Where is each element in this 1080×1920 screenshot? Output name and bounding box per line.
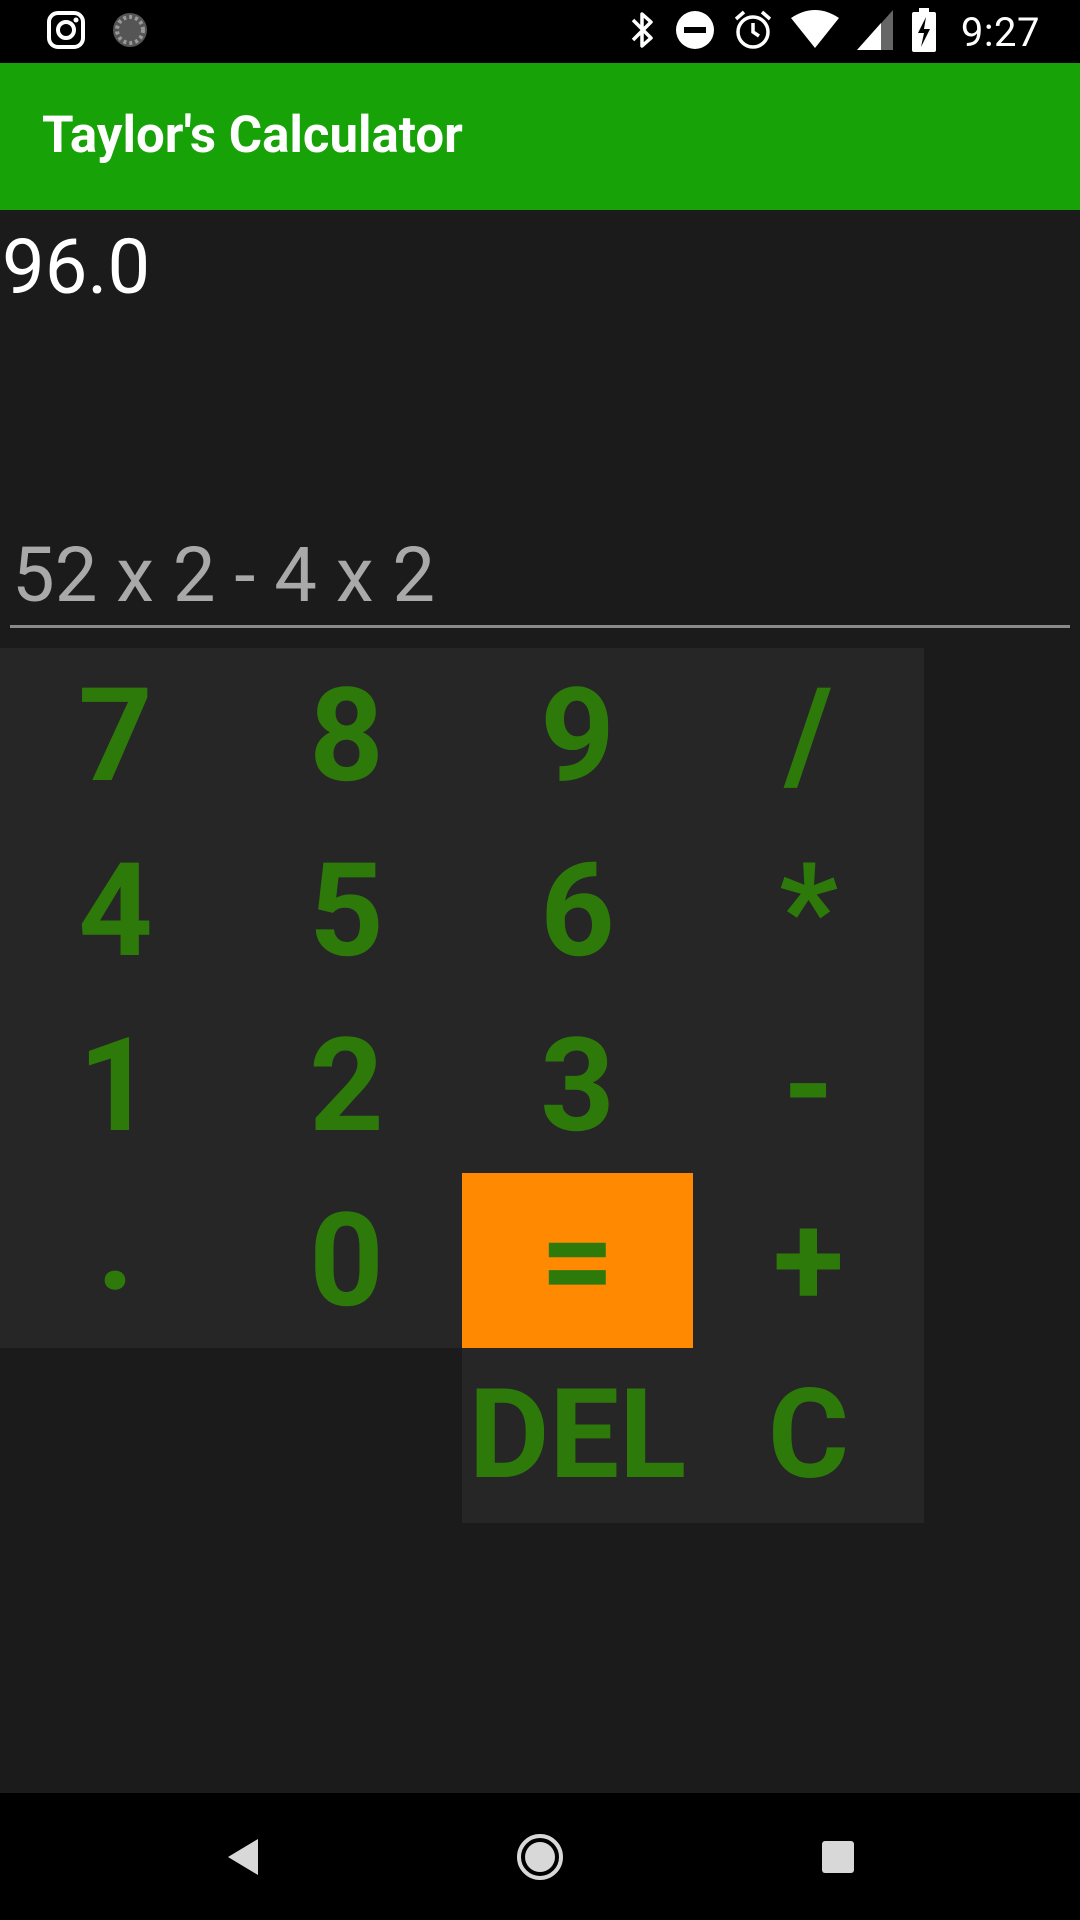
bluetooth-icon — [629, 8, 657, 56]
recents-icon[interactable] — [806, 1825, 870, 1889]
loading-icon — [110, 10, 150, 54]
cell-signal-icon — [856, 10, 893, 54]
instagram-icon — [46, 10, 86, 54]
key-8[interactable]: 8 — [231, 648, 462, 823]
result-display: 96.0 — [2, 222, 151, 312]
app-title: Taylor's Calculator — [42, 106, 463, 165]
key-decimal[interactable]: . — [0, 1173, 231, 1348]
keypad-extra-row: DEL C — [462, 1348, 924, 1523]
expression-field[interactable]: 52 x 2 - 4 x 2 — [10, 520, 1070, 628]
key-0[interactable]: 0 — [231, 1173, 462, 1348]
app-bar: Taylor's Calculator — [0, 63, 1080, 210]
do-not-disturb-icon — [675, 10, 715, 54]
status-bar: 9:27 — [0, 0, 1080, 63]
key-5[interactable]: 5 — [231, 823, 462, 998]
wifi-icon — [790, 10, 839, 54]
navigation-bar — [0, 1793, 1080, 1920]
key-9[interactable]: 9 — [462, 648, 693, 823]
status-time: 9:27 — [960, 8, 1040, 56]
key-1[interactable]: 1 — [0, 998, 231, 1173]
clear-button[interactable]: C — [693, 1348, 924, 1523]
battery-charging-icon — [911, 8, 937, 56]
home-icon[interactable] — [508, 1825, 572, 1889]
key-2[interactable]: 2 — [231, 998, 462, 1173]
key-plus[interactable]: + — [693, 1173, 924, 1348]
delete-button[interactable]: DEL — [462, 1348, 693, 1523]
alarm-icon — [733, 9, 773, 55]
key-3[interactable]: 3 — [462, 998, 693, 1173]
key-6[interactable]: 6 — [462, 823, 693, 998]
key-4[interactable]: 4 — [0, 823, 231, 998]
expression-text: 52 x 2 - 4 x 2 — [12, 530, 436, 620]
status-bar-left — [46, 10, 150, 54]
equals-button[interactable]: = — [462, 1173, 693, 1348]
key-minus[interactable]: - — [693, 998, 924, 1173]
keypad: 7 8 9 / 4 5 6 * 1 2 3 - . 0 = + — [0, 648, 924, 1348]
key-multiply[interactable]: * — [693, 823, 924, 998]
key-divide[interactable]: / — [693, 648, 924, 823]
status-bar-right: 9:27 — [629, 8, 1040, 56]
back-icon[interactable] — [210, 1825, 274, 1889]
key-7[interactable]: 7 — [0, 648, 231, 823]
